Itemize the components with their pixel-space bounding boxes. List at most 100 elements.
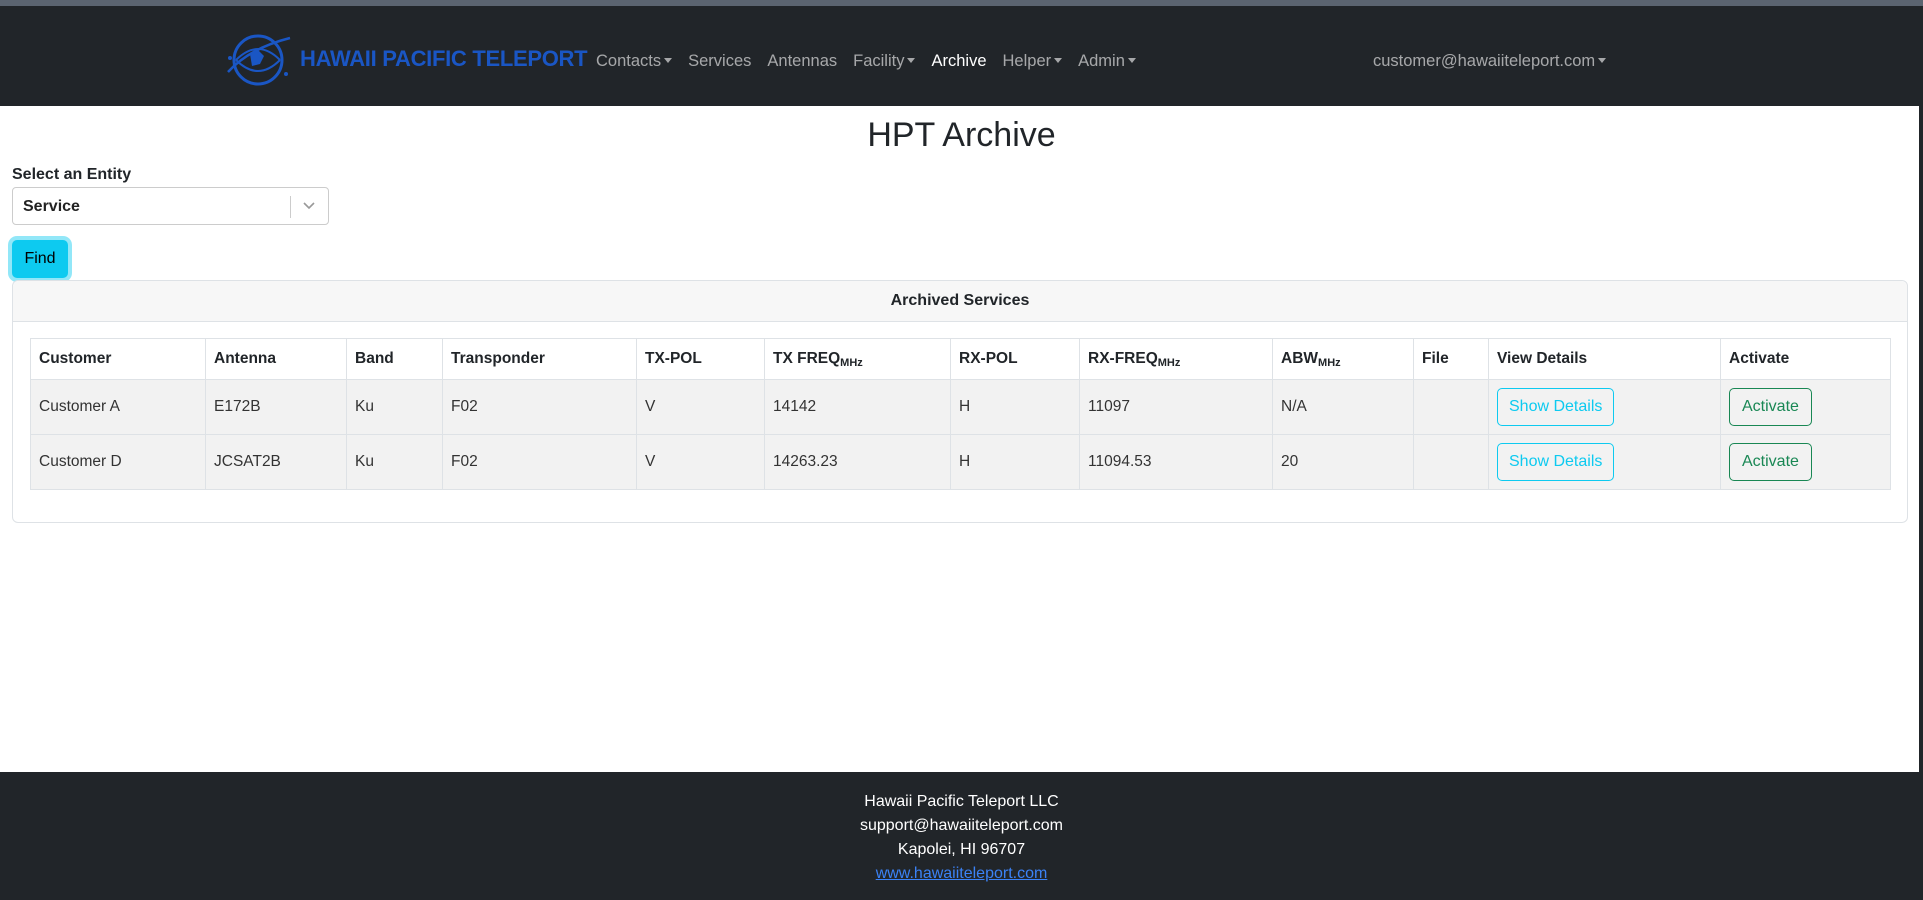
nav-archive[interactable]: Archive <box>931 52 986 71</box>
cell-antenna: JCSAT2B <box>205 434 347 490</box>
nav-antennas-label: Antennas <box>767 52 838 70</box>
col-unit: MHz <box>1318 356 1341 369</box>
page-edge <box>1919 106 1923 772</box>
cell-tx-freq: 14263.23 <box>764 434 951 490</box>
cell-rx-pol: H <box>950 434 1080 490</box>
cell-file <box>1413 434 1489 490</box>
col-customer: Customer <box>30 338 206 380</box>
nav-services-label: Services <box>688 52 752 70</box>
nav-admin[interactable]: Admin <box>1078 52 1136 71</box>
col-tx-freq: TX FREQMHz <box>764 338 951 380</box>
nav-services[interactable]: Services <box>688 52 751 71</box>
col-label: File <box>1422 350 1449 367</box>
nav-antennas[interactable]: Antennas <box>767 52 837 71</box>
cell-customer: Customer D <box>30 434 206 490</box>
footer-address: Kapolei, HI 96707 <box>897 841 1026 858</box>
cell-view-details: Show Details <box>1488 434 1721 490</box>
nav-admin-label: Admin <box>1078 52 1125 70</box>
cell-activate: Activate <box>1720 379 1891 435</box>
footer-company: Hawaii Pacific Teleport LLC <box>864 793 1059 810</box>
find-button[interactable]: Find <box>12 240 68 278</box>
nav-contacts-label: Contacts <box>596 52 662 70</box>
col-abw: ABWMHz <box>1272 338 1414 380</box>
col-view-details: View Details <box>1488 338 1721 380</box>
card-title: Archived Services <box>13 281 1907 322</box>
footer: Hawaii Pacific Teleport LLC support@hawa… <box>0 772 1923 900</box>
caret-down-icon <box>1127 58 1136 63</box>
entity-select-label: Select an Entity <box>12 166 132 183</box>
cell-band: Ku <box>346 434 443 490</box>
show-details-button[interactable]: Show Details <box>1497 388 1615 426</box>
cell-file <box>1413 379 1489 435</box>
footer-email: support@hawaiiteleport.com <box>859 817 1063 834</box>
col-label: Band <box>355 350 394 367</box>
page-title: HPT Archive <box>867 116 1056 154</box>
col-label: Activate <box>1729 350 1790 367</box>
nav-facility-label: Facility <box>853 52 905 70</box>
activate-button[interactable]: Activate <box>1729 388 1812 426</box>
col-label: Transponder <box>451 350 545 367</box>
activate-button[interactable]: Activate <box>1729 443 1812 481</box>
cell-antenna: E172B <box>205 379 347 435</box>
col-transponder: Transponder <box>442 338 637 380</box>
cell-transponder: F02 <box>442 434 637 490</box>
cell-abw: 20 <box>1272 434 1414 490</box>
archived-services-card: Archived Services Customer Antenna Band … <box>12 280 1908 523</box>
brand[interactable]: HAWAII PACIFIC TELEPORT <box>220 28 588 90</box>
col-file: File <box>1413 338 1489 380</box>
user-menu[interactable]: customer@hawaiiteleport.com <box>1373 52 1607 71</box>
nav-helper-label: Helper <box>1002 52 1052 70</box>
teleport-logo-icon <box>227 34 291 86</box>
col-antenna: Antenna <box>205 338 347 380</box>
entity-select[interactable]: Service <box>12 187 329 225</box>
cell-abw: N/A <box>1272 379 1414 435</box>
cell-tx-pol: V <box>636 379 765 435</box>
cell-view-details: Show Details <box>1488 379 1721 435</box>
navbar: HAWAII PACIFIC TELEPORT Contacts Service… <box>0 0 1923 106</box>
col-tx-pol: TX-POL <box>636 338 765 380</box>
select-separator <box>290 196 291 218</box>
cell-customer: Customer A <box>30 379 206 435</box>
cell-rx-freq: 11097 <box>1079 379 1273 435</box>
footer-website-link[interactable]: www.hawaiiteleport.com <box>876 865 1048 882</box>
table-header-row: Customer Antenna Band Transponder TX-POL… <box>30 338 1891 380</box>
cell-rx-pol: H <box>950 379 1080 435</box>
nav-contacts[interactable]: Contacts <box>596 52 673 71</box>
caret-down-icon <box>1598 58 1607 63</box>
cell-tx-freq: 14142 <box>764 379 951 435</box>
cell-tx-pol: V <box>636 434 765 490</box>
table-row: Customer A E172B Ku F02 V 14142 H 11097 … <box>30 379 1891 435</box>
col-unit: MHz <box>1157 356 1181 369</box>
cell-band: Ku <box>346 379 443 435</box>
main-nav: Contacts Services Antennas Facility Arch… <box>596 52 1152 71</box>
col-label: RX-POL <box>959 350 1018 367</box>
col-label: Antenna <box>214 350 276 367</box>
col-label: ABW <box>1281 349 1319 367</box>
chevron-down-icon <box>303 202 315 210</box>
nav-archive-label: Archive <box>931 52 987 70</box>
show-details-button[interactable]: Show Details <box>1497 443 1615 481</box>
caret-down-icon <box>664 58 673 63</box>
col-label: TX-POL <box>645 350 702 367</box>
cell-rx-freq: 11094.53 <box>1079 434 1273 490</box>
nav-helper[interactable]: Helper <box>1003 52 1063 71</box>
brand-name: HAWAII PACIFIC TELEPORT <box>300 46 588 71</box>
col-unit: MHz <box>840 356 863 369</box>
archived-services-table: Customer Antenna Band Transponder TX-POL… <box>30 338 1891 490</box>
caret-down-icon <box>907 58 916 63</box>
col-activate: Activate <box>1720 338 1891 380</box>
entity-select-value: Service <box>23 198 80 215</box>
col-label: Customer <box>39 350 112 367</box>
caret-down-icon <box>1054 58 1063 63</box>
cell-transponder: F02 <box>442 379 637 435</box>
cell-activate: Activate <box>1720 434 1891 490</box>
user-email: customer@hawaiiteleport.com <box>1373 52 1596 70</box>
table-row: Customer D JCSAT2B Ku F02 V 14263.23 H 1… <box>30 434 1891 490</box>
nav-facility[interactable]: Facility <box>853 52 916 71</box>
col-rx-freq: RX-FREQMHz <box>1079 338 1273 380</box>
col-rx-pol: RX-POL <box>950 338 1080 380</box>
col-label: View Details <box>1497 350 1588 367</box>
col-band: Band <box>346 338 443 380</box>
col-label: RX-FREQ <box>1088 349 1158 367</box>
col-label: TX FREQ <box>773 349 841 367</box>
